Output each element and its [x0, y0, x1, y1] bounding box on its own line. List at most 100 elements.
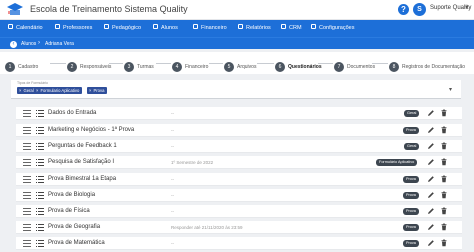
- step-registros-documentacao[interactable]: 8 Registros de Documentação: [389, 58, 465, 72]
- form-type-filter[interactable]: Tipos de Formulário × Geral × Formulario A…: [11, 80, 461, 99]
- form-name[interactable]: Prova de Matemática: [48, 240, 105, 246]
- form-info: --: [171, 128, 174, 133]
- form-info: --: [171, 209, 174, 214]
- step-questionarios[interactable]: 6 Questionários: [275, 58, 322, 72]
- filter-chip-formulario-aplicativo[interactable]: × Formulario Aplicativo: [34, 87, 83, 94]
- form-info: --: [171, 111, 174, 116]
- user-avatar[interactable]: S: [413, 3, 426, 16]
- list-icon: [36, 224, 44, 231]
- step-financeiro[interactable]: 4 Financeiro: [172, 58, 208, 72]
- pencil-icon[interactable]: [427, 175, 435, 183]
- main-nav: Calendário Professores Pedagógico Alunos…: [0, 20, 474, 37]
- form-type-badge: Prova: [403, 224, 419, 231]
- form-name[interactable]: Dados do Entrada: [48, 110, 96, 116]
- step-turmas[interactable]: 3 Turmas: [124, 58, 154, 72]
- drag-handle-icon[interactable]: [23, 176, 31, 183]
- students-icon: [153, 24, 158, 30]
- trash-icon[interactable]: [440, 175, 448, 183]
- step-cadastro[interactable]: 1 Cadastro: [5, 58, 38, 72]
- step-connector: [156, 63, 171, 64]
- nav-item-alunos[interactable]: Alunos: [153, 20, 178, 37]
- crm-icon: [281, 24, 286, 30]
- form-row[interactable]: Prova de Física -- Prova: [16, 205, 462, 218]
- drag-handle-icon[interactable]: [23, 224, 31, 231]
- form-name[interactable]: Marketing e Negócios - 1ª Prova: [48, 127, 134, 133]
- breadcrumb-separator: ›: [38, 40, 40, 46]
- trash-icon[interactable]: [440, 191, 448, 199]
- nav-item-professores[interactable]: Professores: [55, 20, 92, 37]
- form-info: --: [171, 177, 174, 182]
- close-icon[interactable]: ×: [89, 88, 91, 93]
- nav-item-financeiro[interactable]: Financeiro: [193, 20, 227, 37]
- form-info: --: [171, 144, 174, 149]
- drag-handle-icon[interactable]: [23, 240, 31, 247]
- drag-handle-icon[interactable]: [23, 110, 31, 117]
- nav-item-crm[interactable]: CRM: [281, 20, 302, 37]
- nav-item-pedagogico[interactable]: Pedagógico: [104, 20, 141, 37]
- form-type-badge: Prova: [403, 176, 419, 183]
- drag-handle-icon[interactable]: [23, 127, 31, 134]
- drag-handle-icon[interactable]: [23, 143, 31, 150]
- form-row[interactable]: Dados do Entrada -- Geral: [16, 107, 462, 120]
- report-icon: [238, 24, 243, 30]
- form-row[interactable]: Prova de Geografia Responder até 21/11/20…: [16, 221, 462, 234]
- trash-icon[interactable]: [440, 239, 448, 247]
- step-connector: [257, 63, 274, 64]
- pencil-icon[interactable]: [427, 126, 435, 134]
- app-title: Escola de Treinamento Sistema Quality: [30, 4, 188, 14]
- pencil-icon[interactable]: [427, 109, 435, 117]
- form-name[interactable]: Prova Bimestral 1a Etapa: [48, 176, 116, 182]
- breadcrumb-alunos[interactable]: Alunos: [21, 41, 36, 47]
- filter-chip-prova[interactable]: × Prova: [87, 87, 108, 94]
- form-type-badge: Prova: [403, 208, 419, 215]
- list-icon: [36, 127, 44, 134]
- list-icon: [36, 143, 44, 150]
- list-icon: [36, 192, 44, 199]
- student-stepper: 1 Cadastro 2 Responsáveis 3 Turmas 4 Finance…: [0, 52, 474, 74]
- pencil-icon[interactable]: [427, 239, 435, 247]
- nav-item-calendario[interactable]: Calendário: [8, 20, 43, 37]
- pencil-icon[interactable]: [427, 223, 435, 231]
- list-icon: [36, 110, 44, 117]
- pencil-icon[interactable]: [427, 142, 435, 150]
- form-name[interactable]: Prova de Biologia: [48, 192, 95, 198]
- pencil-icon[interactable]: [427, 191, 435, 199]
- form-name[interactable]: Prova de Geografia: [48, 224, 100, 230]
- trash-icon[interactable]: [440, 142, 448, 150]
- nav-item-configuracoes[interactable]: Configurações: [311, 20, 354, 37]
- drag-handle-icon[interactable]: [23, 192, 31, 199]
- pencil-icon[interactable]: [427, 207, 435, 215]
- form-name[interactable]: Perguntas de Feedback 1: [48, 143, 117, 149]
- drag-handle-icon[interactable]: [23, 159, 31, 166]
- form-type-badge: Geral: [404, 143, 420, 150]
- help-icon[interactable]: ?: [398, 4, 409, 15]
- nav-item-relatorios[interactable]: Relatórios: [238, 20, 271, 37]
- chevron-down-icon[interactable]: ▾: [449, 86, 452, 93]
- drag-handle-icon[interactable]: [23, 208, 31, 215]
- form-info: Responder até 21/11/2020 às 23:59: [171, 225, 243, 230]
- form-row[interactable]: Prova Bimestral 1a Etapa -- Prova: [16, 173, 462, 186]
- form-type-badge: Formulário Aplicativo: [376, 159, 418, 166]
- breadcrumb-current: Adriana Vera: [45, 41, 74, 47]
- step-responsaveis[interactable]: 2 Responsáveis: [67, 58, 111, 72]
- trash-icon[interactable]: [440, 126, 448, 134]
- pencil-icon[interactable]: [427, 158, 435, 166]
- form-row[interactable]: Marketing e Negócios - 1ª Prova -- Prova: [16, 124, 462, 137]
- step-documentos[interactable]: 7 Documentos: [334, 58, 375, 72]
- chevron-down-icon[interactable]: ▾: [465, 3, 469, 11]
- close-icon[interactable]: ×: [36, 88, 38, 93]
- form-type-badge: Geral: [404, 110, 420, 117]
- form-row[interactable]: Prova de Biologia -- Prova: [16, 189, 462, 202]
- form-name[interactable]: Pesquisa de Satisfação I: [48, 159, 114, 165]
- chevron-left-icon[interactable]: ‹: [10, 41, 17, 48]
- step-arquivos[interactable]: 5 Arquivos: [224, 58, 256, 72]
- trash-icon[interactable]: [440, 158, 448, 166]
- form-row[interactable]: Pesquisa de Satisfação I 1º Semestre de 2…: [16, 156, 462, 169]
- form-row[interactable]: Prova de Matemática -- Prova: [16, 237, 462, 250]
- trash-icon[interactable]: [440, 207, 448, 215]
- close-icon[interactable]: ×: [19, 88, 21, 93]
- form-row[interactable]: Perguntas de Feedback 1 -- Geral: [16, 140, 462, 153]
- form-name[interactable]: Prova de Física: [48, 208, 90, 214]
- trash-icon[interactable]: [440, 109, 448, 117]
- trash-icon[interactable]: [440, 223, 448, 231]
